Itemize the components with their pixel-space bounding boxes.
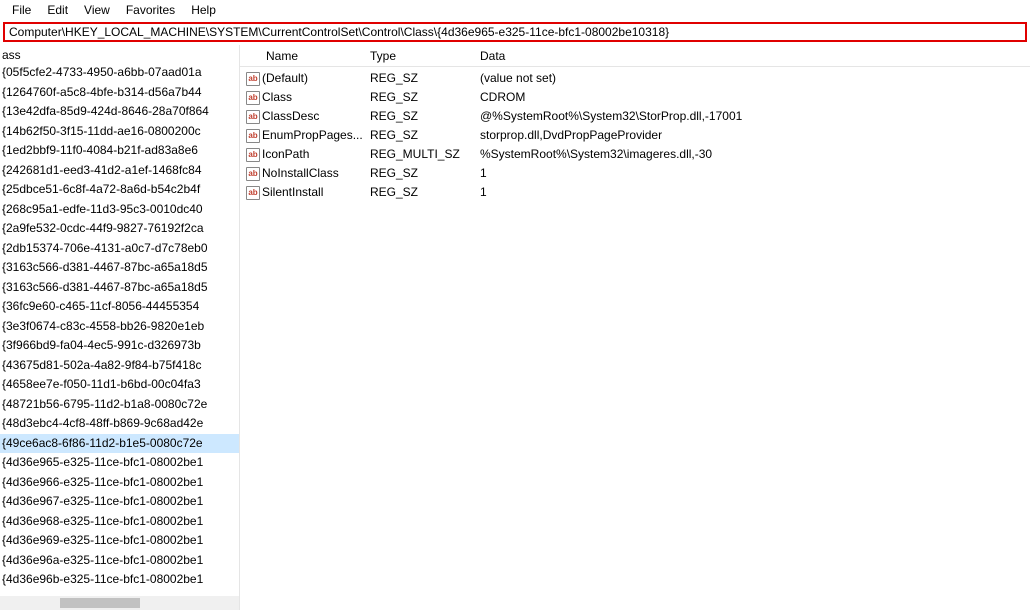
value-data: CDROM bbox=[480, 88, 1030, 107]
tree-item[interactable]: {48d3ebc4-4cf8-48ff-b869-9c68ad42e bbox=[0, 414, 239, 434]
value-row[interactable]: abIconPathREG_MULTI_SZ%SystemRoot%\Syste… bbox=[240, 145, 1030, 164]
value-name: (Default) bbox=[262, 69, 370, 88]
string-value-icon: ab bbox=[240, 129, 262, 143]
menu-help[interactable]: Help bbox=[183, 1, 224, 19]
value-row[interactable]: abEnumPropPages...REG_SZstorprop.dll,Dvd… bbox=[240, 126, 1030, 145]
menu-file[interactable]: File bbox=[4, 1, 39, 19]
value-type: REG_SZ bbox=[370, 126, 480, 145]
tree-item[interactable]: {4d36e967-e325-11ce-bfc1-08002be1 bbox=[0, 492, 239, 512]
listview-rows: ab(Default)REG_SZ(value not set)abClassR… bbox=[240, 67, 1030, 202]
address-bar[interactable]: Computer\HKEY_LOCAL_MACHINE\SYSTEM\Curre… bbox=[3, 22, 1027, 42]
tree-pane: ass {05f5cfe2-4733-4950-a6bb-07aad01a{12… bbox=[0, 45, 240, 610]
value-name: EnumPropPages... bbox=[262, 126, 370, 145]
tree-item[interactable]: {2a9fe532-0cdc-44f9-9827-76192f2ca bbox=[0, 219, 239, 239]
tree-item[interactable]: {4d36e965-e325-11ce-bfc1-08002be1 bbox=[0, 453, 239, 473]
tree-header-fragment: ass bbox=[0, 47, 239, 63]
value-type: REG_SZ bbox=[370, 69, 480, 88]
value-name: ClassDesc bbox=[262, 107, 370, 126]
value-type: REG_SZ bbox=[370, 164, 480, 183]
value-name: Class bbox=[262, 88, 370, 107]
tree-item[interactable]: {05f5cfe2-4733-4950-a6bb-07aad01a bbox=[0, 63, 239, 83]
value-type: REG_SZ bbox=[370, 183, 480, 202]
scrollbar-thumb[interactable] bbox=[60, 598, 140, 608]
menu-edit[interactable]: Edit bbox=[39, 1, 76, 19]
value-data: 1 bbox=[480, 183, 1030, 202]
tree-item[interactable]: {4d36e966-e325-11ce-bfc1-08002be1 bbox=[0, 473, 239, 493]
tree-item[interactable]: {36fc9e60-c465-11cf-8056-44455354 bbox=[0, 297, 239, 317]
tree-item[interactable]: {43675d81-502a-4a82-9f84-b75f418c bbox=[0, 356, 239, 376]
tree-item[interactable]: {4d36e96a-e325-11ce-bfc1-08002be1 bbox=[0, 551, 239, 571]
tree-item[interactable]: {4d36e969-e325-11ce-bfc1-08002be1 bbox=[0, 531, 239, 551]
menu-favorites[interactable]: Favorites bbox=[118, 1, 183, 19]
values-pane: Name Type Data ab(Default)REG_SZ(value n… bbox=[240, 45, 1030, 610]
value-row[interactable]: abClassDescREG_SZ@%SystemRoot%\System32\… bbox=[240, 107, 1030, 126]
value-name: NoInstallClass bbox=[262, 164, 370, 183]
tree-item[interactable]: {2db15374-706e-4131-a0c7-d7c78eb0 bbox=[0, 239, 239, 259]
value-type: REG_SZ bbox=[370, 107, 480, 126]
tree-item[interactable]: {14b62f50-3f15-11dd-ae16-0800200c bbox=[0, 122, 239, 142]
tree-item[interactable]: {3e3f0674-c83c-4558-bb26-9820e1eb bbox=[0, 317, 239, 337]
column-data[interactable]: Data bbox=[480, 49, 1030, 63]
value-data: @%SystemRoot%\System32\StorProp.dll,-170… bbox=[480, 107, 1030, 126]
tree-item[interactable]: {49ce6ac8-6f86-11d2-b1e5-0080c72e bbox=[0, 434, 239, 454]
tree-item[interactable]: {4658ee7e-f050-11d1-b6bd-00c04fa3 bbox=[0, 375, 239, 395]
value-row[interactable]: abSilentInstallREG_SZ1 bbox=[240, 183, 1030, 202]
string-value-icon: ab bbox=[240, 186, 262, 200]
string-value-icon: ab bbox=[240, 148, 262, 162]
tree-item[interactable]: {4d36e968-e325-11ce-bfc1-08002be1 bbox=[0, 512, 239, 532]
value-data: (value not set) bbox=[480, 69, 1030, 88]
listview-header[interactable]: Name Type Data bbox=[240, 47, 1030, 67]
value-data: storprop.dll,DvdPropPageProvider bbox=[480, 126, 1030, 145]
value-name: IconPath bbox=[262, 145, 370, 164]
string-value-icon: ab bbox=[240, 167, 262, 181]
menu-view[interactable]: View bbox=[76, 1, 118, 19]
tree-item[interactable]: {1264760f-a5c8-4bfe-b314-d56a7b44 bbox=[0, 83, 239, 103]
string-value-icon: ab bbox=[240, 110, 262, 124]
string-value-icon: ab bbox=[240, 72, 262, 86]
tree-item[interactable]: {13e42dfa-85d9-424d-8646-28a70f864 bbox=[0, 102, 239, 122]
column-name[interactable]: Name bbox=[240, 49, 370, 63]
tree-item[interactable]: {3163c566-d381-4467-87bc-a65a18d5 bbox=[0, 258, 239, 278]
tree-list[interactable]: {05f5cfe2-4733-4950-a6bb-07aad01a{126476… bbox=[0, 63, 239, 594]
column-type[interactable]: Type bbox=[370, 49, 480, 63]
tree-item[interactable]: {268c95a1-edfe-11d3-95c3-0010dc40 bbox=[0, 200, 239, 220]
string-value-icon: ab bbox=[240, 91, 262, 105]
value-data: 1 bbox=[480, 164, 1030, 183]
tree-item[interactable]: {3f966bd9-fa04-4ec5-991c-d326973b bbox=[0, 336, 239, 356]
value-type: REG_SZ bbox=[370, 88, 480, 107]
tree-item[interactable]: {4d36e96b-e325-11ce-bfc1-08002be1 bbox=[0, 570, 239, 590]
tree-item[interactable]: {4d36e96c-e325-11ce-bfc1-08002be1 bbox=[0, 590, 239, 595]
value-row[interactable]: abNoInstallClassREG_SZ1 bbox=[240, 164, 1030, 183]
tree-item[interactable]: {25dbce51-6c8f-4a72-8a6d-b54c2b4f bbox=[0, 180, 239, 200]
horizontal-scrollbar[interactable] bbox=[0, 596, 239, 610]
menu-bar: File Edit View Favorites Help bbox=[0, 0, 1030, 20]
value-name: SilentInstall bbox=[262, 183, 370, 202]
tree-item[interactable]: {3163c566-d381-4467-87bc-a65a18d5 bbox=[0, 278, 239, 298]
tree-item[interactable]: {242681d1-eed3-41d2-a1ef-1468fc84 bbox=[0, 161, 239, 181]
tree-item[interactable]: {48721b56-6795-11d2-b1a8-0080c72e bbox=[0, 395, 239, 415]
tree-item[interactable]: {1ed2bbf9-11f0-4084-b21f-ad83a8e6 bbox=[0, 141, 239, 161]
value-row[interactable]: abClassREG_SZCDROM bbox=[240, 88, 1030, 107]
value-row[interactable]: ab(Default)REG_SZ(value not set) bbox=[240, 69, 1030, 88]
value-data: %SystemRoot%\System32\imageres.dll,-30 bbox=[480, 145, 1030, 164]
value-type: REG_MULTI_SZ bbox=[370, 145, 480, 164]
